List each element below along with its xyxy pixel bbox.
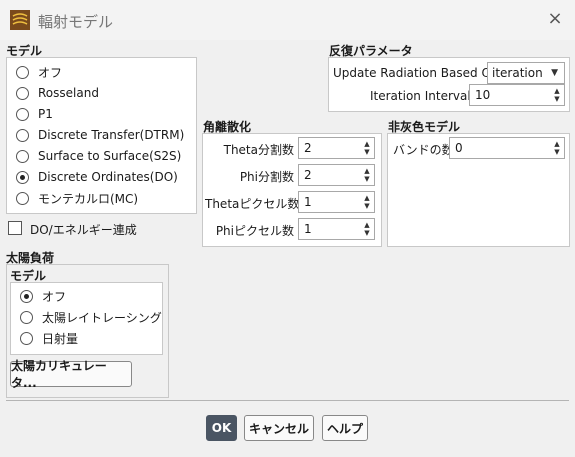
close-icon[interactable]: × xyxy=(545,9,565,29)
model-option-label: モンテカルロ(MC) xyxy=(38,191,139,206)
model-option-dtrm[interactable]: Discrete Transfer(DTRM) xyxy=(16,125,184,145)
model-radio-group: オフ Rosseland P1 Discrete Transfer(DTRM) … xyxy=(6,57,197,214)
model-option-label: P1 xyxy=(38,107,53,121)
model-option-off[interactable]: オフ xyxy=(16,62,62,82)
solar-option-irradiation[interactable]: 日射量 xyxy=(20,328,78,348)
window-title: 輻射モデル xyxy=(38,13,114,31)
model-option-rosseland[interactable]: Rosseland xyxy=(16,83,99,103)
solar-option-ray-tracing[interactable]: 太陽レイトレーシング xyxy=(20,307,162,327)
phi-divisions-value: 2 xyxy=(304,168,312,182)
phi-pixels-label: Phiピクセル数 xyxy=(215,224,294,238)
update-radiation-select[interactable]: iteration ▼ xyxy=(487,62,565,84)
spin-arrows-icon[interactable]: ▲ ▼ xyxy=(360,219,374,239)
iteration-interval-stepper[interactable]: 10 ▲ ▼ xyxy=(469,84,565,106)
theta-divisions-value: 2 xyxy=(304,141,312,155)
spin-arrows-icon[interactable]: ▲ ▼ xyxy=(360,165,374,185)
phi-divisions-stepper[interactable]: 2 ▲ ▼ xyxy=(298,164,375,186)
solar-calculator-button[interactable]: 太陽カリキュレータ... xyxy=(10,359,132,390)
radio-button[interactable] xyxy=(16,191,29,205)
radio-button[interactable] xyxy=(16,149,29,163)
spin-arrows-icon[interactable]: ▲ ▼ xyxy=(360,138,374,158)
model-option-label: Discrete Ordinates(DO) xyxy=(38,170,178,184)
radio-button[interactable] xyxy=(20,331,33,345)
radio-button-selected[interactable] xyxy=(16,170,29,184)
radio-button[interactable] xyxy=(20,310,33,324)
chevron-down-icon: ▼ xyxy=(551,68,558,78)
solar-option-off[interactable]: オフ xyxy=(20,286,66,306)
spin-arrows-icon[interactable]: ▲ ▼ xyxy=(550,138,564,158)
radio-button[interactable] xyxy=(16,107,29,121)
model-option-s2s[interactable]: Surface to Surface(S2S) xyxy=(16,146,181,166)
ok-button[interactable]: OK xyxy=(206,415,237,441)
model-option-label: オフ xyxy=(38,65,63,80)
spin-arrows-icon[interactable]: ▲ ▼ xyxy=(550,85,564,105)
theta-divisions-label: Theta分割数 xyxy=(223,143,294,157)
solar-model-radio-group: オフ 太陽レイトレーシング 日射量 xyxy=(10,282,163,355)
band-count-value: 0 xyxy=(455,141,463,155)
do-energy-coupling-checkbox[interactable] xyxy=(8,221,22,235)
footer-separator xyxy=(6,400,569,401)
band-count-label: バンドの数 xyxy=(393,143,454,157)
cancel-button[interactable]: キャンセル xyxy=(244,415,314,441)
radio-button-selected[interactable] xyxy=(20,289,33,303)
theta-pixels-label: Thetaピクセル数 xyxy=(205,197,300,211)
model-option-label: Surface to Surface(S2S) xyxy=(38,149,182,163)
app-logo-icon xyxy=(10,10,30,30)
theta-divisions-stepper[interactable]: 2 ▲ ▼ xyxy=(298,137,375,159)
model-option-label: Discrete Transfer(DTRM) xyxy=(38,128,185,142)
phi-divisions-label: Phi分割数 xyxy=(239,170,294,184)
solar-option-label: 太陽レイトレーシング xyxy=(42,310,162,325)
phi-pixels-stepper[interactable]: 1 ▲ ▼ xyxy=(298,218,375,240)
update-radiation-value: iteration xyxy=(492,66,543,80)
spin-arrows-icon[interactable]: ▲ ▼ xyxy=(360,192,374,212)
model-option-do[interactable]: Discrete Ordinates(DO) xyxy=(16,167,178,187)
iteration-interval-label: Iteration Interval xyxy=(370,89,471,103)
theta-pixels-value: 1 xyxy=(304,195,312,209)
model-option-label: Rosseland xyxy=(38,86,99,100)
radio-button[interactable] xyxy=(16,86,29,100)
band-count-stepper[interactable]: 0 ▲ ▼ xyxy=(449,137,565,159)
model-option-mc[interactable]: モンテカルロ(MC) xyxy=(16,188,138,208)
update-radiation-label: Update Radiation Based On xyxy=(333,66,499,80)
phi-pixels-value: 1 xyxy=(304,222,312,236)
do-energy-coupling-label: DO/エネルギー連成 xyxy=(30,223,137,237)
solar-option-label: 日射量 xyxy=(42,331,79,346)
model-option-p1[interactable]: P1 xyxy=(16,104,53,124)
radio-button[interactable] xyxy=(16,128,29,142)
radio-button[interactable] xyxy=(16,65,29,79)
iteration-interval-value: 10 xyxy=(475,88,491,102)
help-button[interactable]: ヘルプ xyxy=(322,415,368,441)
solar-option-label: オフ xyxy=(42,289,67,304)
theta-pixels-stepper[interactable]: 1 ▲ ▼ xyxy=(298,191,375,213)
